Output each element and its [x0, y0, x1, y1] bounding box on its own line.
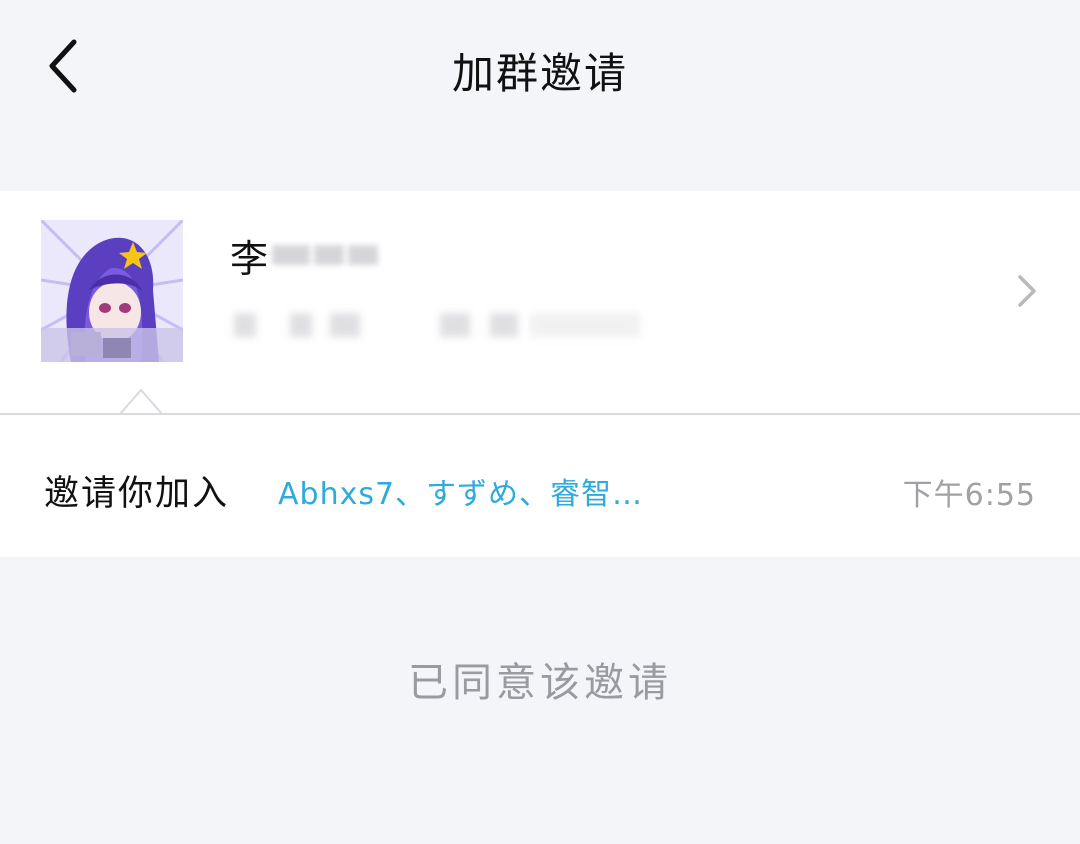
- redacted-block: [272, 245, 311, 265]
- invite-prefix: 邀请你加入: [44, 474, 230, 514]
- speech-notch: [120, 388, 162, 415]
- invite-message-row: 邀请你加入 Abhxs7、すずめ、睿智… 下午6:55: [0, 415, 1080, 557]
- inviter-profile-row[interactable]: 李: [0, 191, 1080, 413]
- nav-bar: 加群邀请: [0, 0, 1080, 138]
- invite-timestamp: 下午6:55: [902, 478, 1036, 513]
- redacted-block: [314, 245, 345, 265]
- inviter-name-text: 李: [230, 236, 269, 281]
- chevron-right-icon: [1018, 275, 1036, 307]
- inviter-name: 李: [230, 231, 379, 281]
- invite-status: 已同意该邀请: [408, 660, 672, 706]
- page-title: 加群邀请: [451, 49, 628, 98]
- invite-card: 李 邀请你加入 Abhxs7、すずめ、睿智… 下午6:55: [0, 191, 1080, 557]
- anime-avatar-icon[interactable]: [41, 220, 183, 362]
- invite-members-link[interactable]: Abhxs7、すずめ、睿智…: [278, 469, 643, 513]
- inviter-subtitle-redacted: [230, 303, 650, 349]
- redacted-block: [348, 245, 379, 265]
